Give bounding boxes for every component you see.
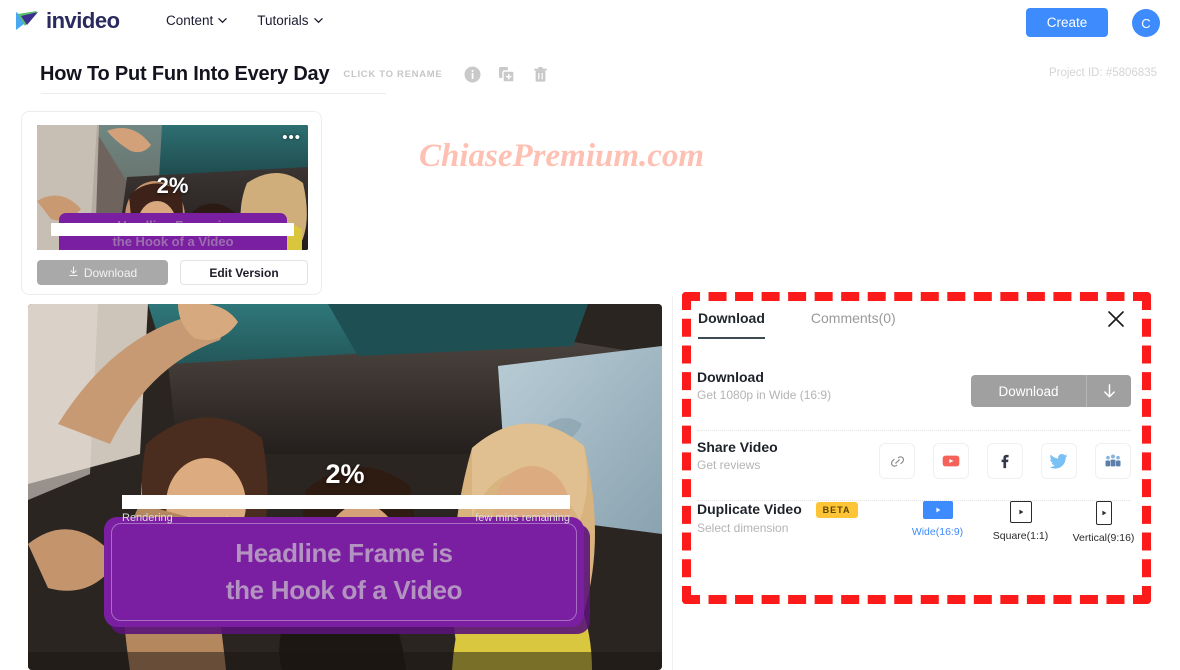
download-arrow-icon[interactable] <box>1086 375 1131 407</box>
render-progress-bar <box>122 495 570 509</box>
project-title-row: How To Put Fun Into Every Day CLICK TO R… <box>40 63 549 86</box>
thumbnail-progress-percent: 2% <box>156 173 189 198</box>
main-nav-links: Content Tutorials <box>166 13 323 28</box>
more-options-icon[interactable]: ••• <box>282 129 301 146</box>
dimension-label-wide: Wide(16:9) <box>911 526 964 538</box>
title-divider <box>41 93 386 94</box>
community-icon[interactable] <box>1095 443 1131 479</box>
twitter-icon[interactable] <box>1041 443 1077 479</box>
share-row: Share Video Get reviews <box>697 439 1131 501</box>
nav-item-tutorials[interactable]: Tutorials <box>257 13 323 28</box>
card-download-button[interactable]: Download <box>37 260 168 285</box>
beta-badge: BETA <box>815 502 858 519</box>
invideo-wordmark: invideo <box>46 8 120 33</box>
tab-download[interactable]: Download <box>698 310 765 339</box>
dimension-option-wide[interactable]: Wide(16:9) <box>910 501 965 544</box>
download-side-panel: Download Comments(0) Download Get 1080p … <box>672 296 1159 670</box>
render-time-remaining: few mins remaining <box>475 512 570 524</box>
chevron-down-icon <box>313 16 323 25</box>
video-preview-player[interactable]: Headline Frame is the Hook of a Video 2%… <box>28 304 662 670</box>
dimension-label-vertical: Vertical(9:16) <box>1072 532 1135 544</box>
panel-tabs: Download Comments(0) <box>698 310 896 339</box>
wide-format-icon <box>922 501 953 519</box>
dimension-option-vertical[interactable]: Vertical(9:16) <box>1073 501 1134 544</box>
duplicate-row-title-text: Duplicate Video <box>697 501 802 517</box>
close-icon[interactable] <box>1106 309 1126 329</box>
top-navigation-bar: invideo Content Tutorials Create C <box>0 0 1180 46</box>
chevron-down-icon <box>218 16 228 25</box>
nav-item-content[interactable]: Content <box>166 13 228 28</box>
download-row: Download Get 1080p in Wide (16:9) Downlo… <box>697 369 1131 431</box>
square-format-icon <box>1009 501 1032 523</box>
download-icon <box>68 265 79 280</box>
invideo-play-logo <box>14 8 40 34</box>
title-action-icons <box>464 66 549 83</box>
create-button[interactable]: Create <box>1026 8 1108 37</box>
dimension-option-square[interactable]: Square(1:1) <box>993 501 1048 544</box>
render-progress-fill <box>122 495 131 509</box>
render-status-row: Rendering few mins remaining <box>122 512 570 524</box>
share-icon-group <box>879 443 1131 479</box>
edit-version-button[interactable]: Edit Version <box>180 260 308 285</box>
preview-headline-line1: Headline Frame is <box>235 538 453 568</box>
preview-progress-percent: 2% <box>325 459 365 489</box>
invideo-logo[interactable]: invideo <box>14 8 120 34</box>
watermark-text: ChiasePremium.com <box>419 138 705 174</box>
card-download-label: Download <box>83 265 138 280</box>
user-avatar[interactable]: C <box>1132 9 1160 37</box>
duplicate-row: Duplicate Video BETA Select dimension Wi… <box>697 501 1134 563</box>
trash-icon[interactable] <box>532 66 549 83</box>
nav-item-tutorials-label: Tutorials <box>257 13 309 28</box>
invideo-project-page: invideo Content Tutorials Create C How T… <box>0 0 1180 670</box>
thumbnail-progress-bar <box>51 223 294 236</box>
vertical-format-icon <box>1095 501 1112 525</box>
nav-item-content-label: Content <box>166 13 214 28</box>
download-button-group[interactable]: Download <box>971 375 1131 407</box>
preview-headline-line2: the Hook of a Video <box>225 575 463 605</box>
info-icon[interactable] <box>464 66 481 83</box>
render-status-label: Rendering <box>122 512 173 524</box>
tab-comments[interactable]: Comments(0) <box>811 310 896 339</box>
video-version-card: Headline Frame is the Hook of a Video 2%… <box>21 111 322 295</box>
dimension-label-square: Square(1:1) <box>992 530 1049 542</box>
thumbnail-headline-line2: the Hook of a Video <box>112 234 234 249</box>
link-icon[interactable] <box>879 443 915 479</box>
youtube-icon[interactable] <box>933 443 969 479</box>
rename-hint-label[interactable]: CLICK TO RENAME <box>343 69 442 80</box>
project-id-label: Project ID: #5806835 <box>1048 67 1157 79</box>
duplicate-icon[interactable] <box>498 66 516 83</box>
video-thumbnail[interactable]: Headline Frame is the Hook of a Video 2%… <box>37 125 308 250</box>
version-card-actions: Download Edit Version <box>37 260 308 285</box>
dimension-options: Wide(16:9) Square(1:1) Vertical(9:16) <box>910 501 1134 544</box>
preview-headline-overlay: Headline Frame is the Hook of a Video <box>104 517 584 627</box>
facebook-icon[interactable] <box>987 443 1023 479</box>
page-title[interactable]: How To Put Fun Into Every Day <box>40 63 330 86</box>
download-button[interactable]: Download <box>971 375 1086 407</box>
